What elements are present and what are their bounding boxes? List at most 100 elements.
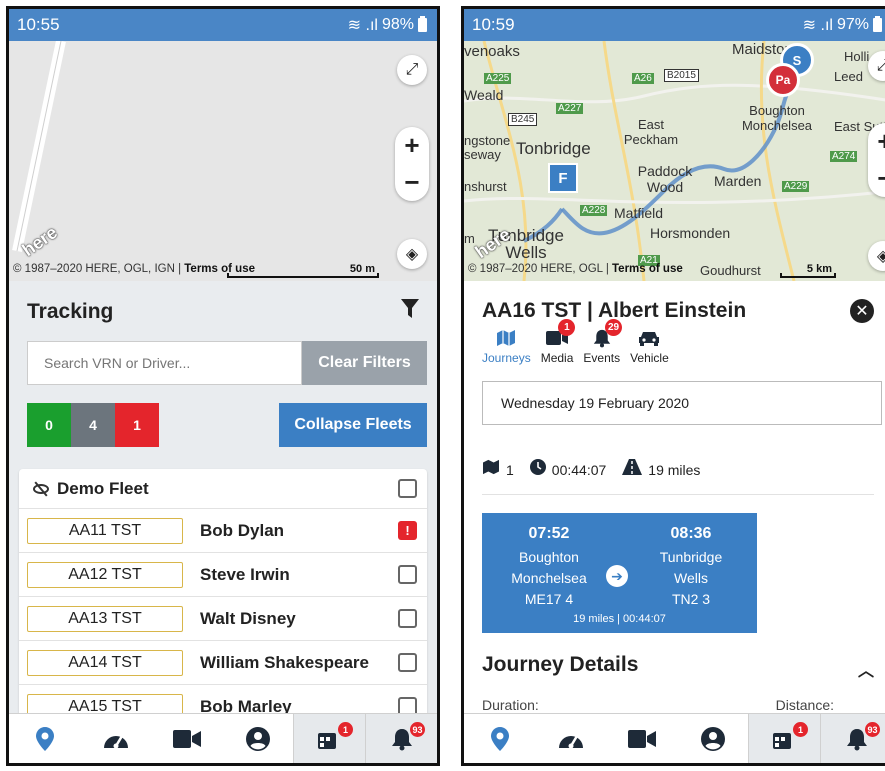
nav-video-button[interactable]	[151, 714, 222, 763]
zoom-out-button[interactable]: −	[868, 160, 885, 197]
map-layers-button[interactable]: ◈	[397, 239, 427, 269]
phone-vehicle-detail-screen: 10:59 ≋ .ıl 97% venoaks Maidstone Holli …	[461, 6, 885, 766]
collapse-fleets-button[interactable]: Collapse Fleets	[279, 403, 427, 447]
row-checkbox[interactable]	[398, 565, 417, 584]
zoom-control: + −	[395, 127, 429, 201]
vrn-plate: AA12 TST	[27, 561, 183, 588]
search-input[interactable]	[27, 341, 302, 385]
table-row[interactable]: AA14 TST William Shakespeare	[19, 641, 427, 685]
table-row[interactable]: AA11 TST Bob Dylan !	[19, 509, 427, 553]
map-label-sevenoaks: venoaks	[464, 43, 520, 60]
table-row[interactable]: AA13 TST Walt Disney	[19, 597, 427, 641]
road-badge: A26	[632, 73, 654, 84]
journey-end-time: 08:36	[670, 525, 712, 542]
row-checkbox[interactable]	[398, 609, 417, 628]
journey-summary: 1 00:44:07 19 miles	[482, 459, 700, 480]
map-label-east-peckham: East Peckham	[623, 117, 679, 147]
status-bar: 10:55 ≋ .ıl 98%	[9, 9, 437, 41]
expand-arrows-icon: ⤢	[877, 57, 885, 75]
nav-video-button[interactable]	[606, 714, 677, 763]
duration-label: Duration:	[482, 697, 539, 713]
nav-map-button[interactable]	[9, 714, 80, 763]
count-grey-button[interactable]: 4	[71, 403, 115, 447]
dashboard-gauge-icon	[558, 734, 583, 748]
map-label-leed: Leed	[834, 69, 863, 84]
nav-profile-button[interactable]	[677, 714, 748, 763]
wifi-signal-icon: ≋ .ıl	[802, 17, 833, 34]
road-badge: B245	[508, 113, 538, 126]
count-red-button[interactable]: 1	[115, 403, 159, 447]
eye-slash-icon[interactable]	[33, 483, 49, 494]
map-label-weald: Weald	[464, 87, 504, 103]
date-picker[interactable]: Wednesday 19 February 2020	[482, 381, 882, 425]
tab-media[interactable]: 1 Media	[540, 319, 576, 365]
journey-card-footer: 19 miles | 00:44:07	[573, 613, 666, 625]
page-title: Tracking	[27, 299, 114, 323]
map-label-hildenborough: ngstone	[464, 133, 511, 148]
vrn-plate: AA11 TST	[27, 517, 183, 544]
journey-start-marker[interactable]: F	[548, 163, 578, 193]
status-counts: 0 4 1	[27, 403, 159, 447]
vrn-plate: AA14 TST	[27, 649, 183, 676]
parked-marker[interactable]: Pa	[766, 63, 800, 97]
nav-alerts-button[interactable]: 93	[365, 714, 437, 763]
row-checkbox[interactable]	[398, 653, 417, 672]
close-icon[interactable]: ✕	[850, 299, 874, 323]
map-scale: 5 km	[780, 263, 836, 278]
total-duration: 00:44:07	[551, 461, 607, 478]
fleet-list: Demo Fleet AA11 TST Bob Dylan ! AA12 TST…	[19, 469, 427, 729]
nav-events-button[interactable]: 1	[748, 714, 820, 763]
video-camera-icon	[172, 729, 201, 748]
journey-map-view[interactable]: venoaks Maidstone Holli Leed Weald ngsto…	[464, 41, 885, 281]
zoom-out-button[interactable]: −	[395, 164, 429, 201]
tab-label: Media	[540, 351, 574, 365]
map-label-holli: Holli	[844, 49, 870, 64]
tab-events[interactable]: 29 Events	[583, 319, 623, 365]
dashboard-gauge-icon	[103, 734, 128, 748]
count-green-button[interactable]: 0	[27, 403, 71, 447]
tab-label: Vehicle	[630, 351, 669, 365]
road-badge: B2015	[664, 69, 699, 82]
driver-name: Bob Dylan	[200, 520, 285, 540]
road-badge: A229	[782, 181, 810, 192]
map-label-boughton: Boughton Monchelsea	[741, 103, 813, 133]
tab-journeys[interactable]: Journeys	[482, 325, 531, 365]
filter-icon[interactable]	[401, 299, 419, 324]
chevron-up-icon[interactable]: ︿	[858, 657, 874, 681]
layers-icon: ◈	[877, 246, 885, 266]
expand-arrows-icon: ⤢	[405, 61, 419, 78]
tracking-panel: Tracking Clear Filters 0 4 1 Collapse Fl…	[9, 281, 437, 729]
nav-profile-button[interactable]	[222, 714, 293, 763]
road-badge: A228	[580, 205, 608, 216]
tab-vehicle[interactable]: Vehicle	[630, 325, 669, 365]
journey-details-heading[interactable]: Journey Details	[482, 653, 638, 677]
fleet-header[interactable]: Demo Fleet	[19, 469, 427, 509]
journey-card[interactable]: 07:52 Boughton Monchelsea ME17 4 ➔ 08:36…	[482, 513, 757, 633]
alerts-badge: 93	[865, 722, 880, 737]
journey-start-time: 07:52	[528, 525, 570, 542]
fullscreen-button[interactable]: ⤢	[397, 55, 427, 85]
alert-icon[interactable]: !	[398, 521, 417, 540]
divider	[482, 494, 874, 495]
terms-of-use-link[interactable]: Terms of use	[612, 263, 683, 275]
map-label-seway: seway	[464, 147, 501, 162]
media-badge: 1	[558, 319, 576, 336]
layers-icon: ◈	[405, 246, 419, 263]
road-badge: A227	[556, 103, 584, 114]
map-view[interactable]: ⤢ + − here © 1987–2020 HERE, OGL, IGN | …	[9, 41, 437, 281]
zoom-in-button[interactable]: +	[395, 127, 429, 164]
phone-tracking-screen: 10:55 ≋ .ıl 98% ⤢ + − here © 1987–2020 H…	[6, 6, 440, 766]
nav-dashboard-button[interactable]	[535, 714, 606, 763]
nav-events-button[interactable]: 1	[293, 714, 365, 763]
table-row[interactable]: AA12 TST Steve Irwin	[19, 553, 427, 597]
distance-label: Distance:	[775, 697, 834, 713]
nav-map-button[interactable]	[464, 714, 535, 763]
zoom-in-button[interactable]: +	[868, 123, 885, 160]
tab-label: Journeys	[482, 351, 531, 365]
nav-alerts-button[interactable]: 93	[820, 714, 885, 763]
nav-dashboard-button[interactable]	[80, 714, 151, 763]
events-badge: 1	[338, 722, 353, 737]
car-icon	[638, 325, 660, 351]
clear-filters-button[interactable]: Clear Filters	[302, 341, 427, 385]
fleet-checkbox[interactable]	[398, 479, 417, 498]
